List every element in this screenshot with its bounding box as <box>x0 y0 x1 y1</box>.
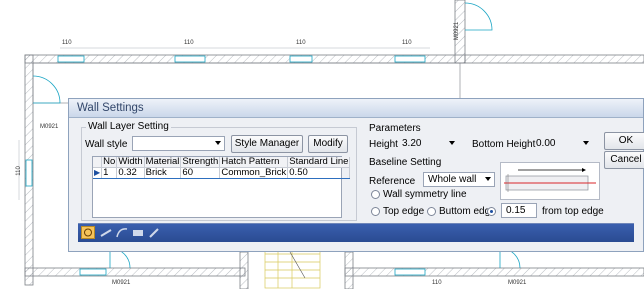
table-row[interactable]: ▶ 1 0.32 Brick 60 Common_Brick 0.50 <box>93 167 351 179</box>
col-material: Material <box>144 157 182 168</box>
offset-suffix-label: from top edge <box>542 206 604 217</box>
symmetry-label: Wall symmetry line <box>383 189 467 200</box>
wall-layer-group-title: Wall Layer Setting <box>86 121 171 132</box>
symmetry-radio[interactable] <box>371 190 380 199</box>
col-line: Standard Line <box>287 157 351 168</box>
dim-label: 110 <box>402 40 412 46</box>
wall-style-select[interactable] <box>132 136 225 151</box>
col-width: Width <box>116 157 145 168</box>
pencil-icon[interactable] <box>147 226 161 239</box>
dialog-titlebar[interactable]: Wall Settings <box>69 99 643 118</box>
dialog-toolbar <box>78 223 634 242</box>
top-edge-radio[interactable] <box>371 207 380 216</box>
offset-radio[interactable] <box>487 207 496 216</box>
style-manager-button[interactable]: Style Manager <box>231 135 303 153</box>
table-header: No Width Material Strength Hatch Pattern… <box>93 157 351 168</box>
parameters-title: Parameters <box>369 123 421 134</box>
chevron-down-icon <box>485 177 491 181</box>
dim-label: 110 <box>432 280 442 286</box>
row-pointer-icon: ▶ <box>93 167 103 179</box>
bottom-height-label: Bottom Height <box>472 139 536 150</box>
col-hatch: Hatch Pattern <box>219 157 289 168</box>
offset-input[interactable]: 0.15 <box>501 203 537 218</box>
height-select[interactable]: 3.20 <box>397 136 459 151</box>
arc-wall-icon[interactable] <box>115 226 129 239</box>
rotate-icon[interactable] <box>81 226 95 239</box>
wall-line-icon[interactable] <box>99 226 113 239</box>
dim-label: 110 <box>184 40 194 46</box>
ok-button[interactable]: OK <box>604 132 644 150</box>
chevron-down-icon <box>449 141 455 145</box>
baseline-title: Baseline Setting <box>369 157 442 168</box>
dim-label: 110 <box>296 40 306 46</box>
dim-label: 110 <box>15 166 22 176</box>
col-strength: Strength <box>180 157 221 168</box>
door-label: M0921 <box>454 21 461 41</box>
door-label: M0921 <box>508 280 527 286</box>
dialog-title: Wall Settings <box>77 102 144 114</box>
dim-label: 110 <box>62 40 72 46</box>
height-label: Height <box>369 139 398 150</box>
bottom-edge-radio[interactable] <box>427 207 436 216</box>
bottom-height-select[interactable]: 0.00 <box>531 136 593 151</box>
wall-style-label: Wall style <box>85 139 128 150</box>
rectangle-wall-icon[interactable] <box>131 226 145 239</box>
reference-select[interactable]: Whole wall <box>423 172 495 187</box>
wall-layer-table[interactable]: No Width Material Strength Hatch Pattern… <box>92 156 351 218</box>
wall-settings-dialog: Wall Settings Wall Layer Setting Wall st… <box>68 98 644 252</box>
wall-preview-icon <box>500 162 600 200</box>
door-label: M0921 <box>112 280 131 286</box>
door-label: M0921 <box>40 124 59 130</box>
cancel-button[interactable]: Cancel <box>604 151 644 169</box>
modify-button[interactable]: Modify <box>308 135 348 153</box>
top-edge-label: Top edge <box>383 206 425 217</box>
col-no: No <box>101 157 118 168</box>
chevron-down-icon <box>583 141 589 145</box>
reference-label: Reference <box>369 176 416 187</box>
chevron-down-icon <box>215 141 221 145</box>
